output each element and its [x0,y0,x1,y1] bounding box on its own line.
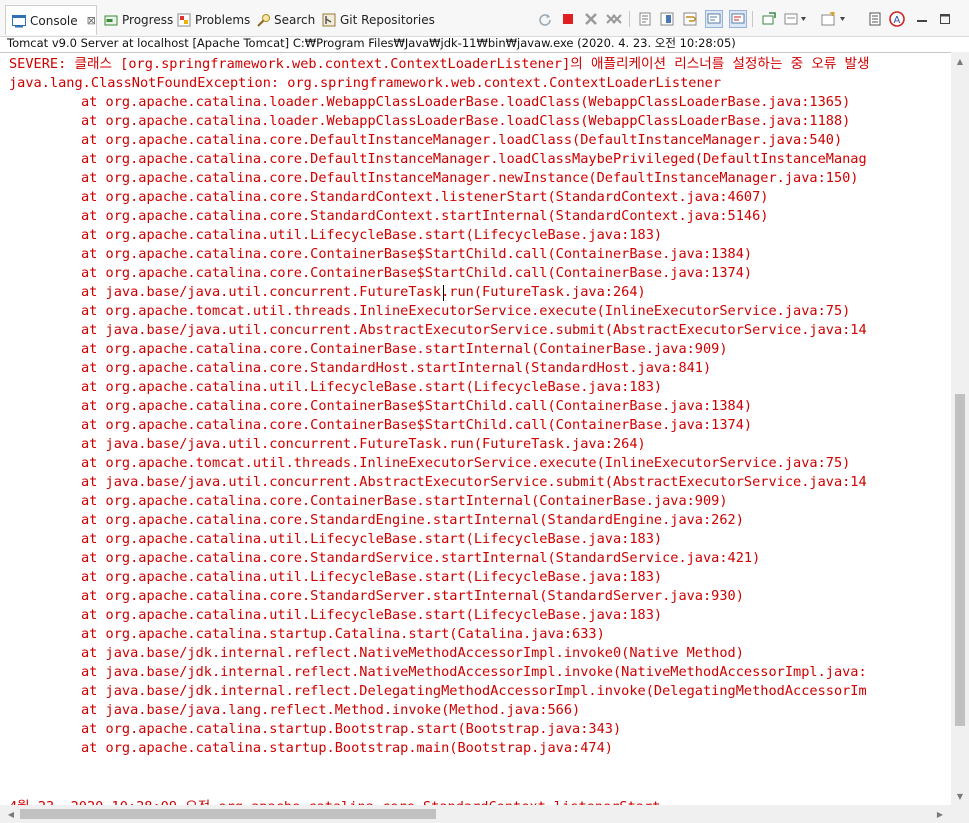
scroll-up-icon[interactable]: ▲ [951,54,969,68]
vertical-scrollbar-thumb[interactable] [955,394,965,726]
terminate-icon[interactable] [559,10,577,28]
console-line: at java.base/jdk.internal.reflect.Delega… [81,683,867,699]
console-line: at org.apache.catalina.util.LifecycleBas… [81,227,663,243]
tab-label: Search [274,13,316,27]
console-line: SEVERE: 클래스 [org.springframework.web.con… [9,56,870,72]
git-repositories-icon [322,13,336,27]
console-icon [12,14,26,28]
horizontal-scrollbar[interactable]: ◀ ▶ [0,805,951,823]
console-line: at java.base/java.util.concurrent.Future… [81,436,646,452]
console-output[interactable]: SEVERE: 클래스 [org.springframework.web.con… [0,52,951,806]
console-view-toolbar: Console ⊠ Progress Problems Search Git R… [0,0,969,37]
console-line: at org.apache.catalina.core.ContainerBas… [81,265,753,281]
console-line: at org.apache.catalina.core.ContainerBas… [81,246,753,262]
close-icon[interactable]: ⊠ [87,14,96,27]
svg-text:A: A [894,15,901,26]
problems-icon [177,13,191,27]
pin-console-icon[interactable] [760,10,778,28]
console-line: at org.apache.catalina.core.DefaultInsta… [81,170,859,186]
console-line: at java.base/java.util.concurrent.Abstra… [81,322,867,338]
console-line: at org.apache.catalina.core.ContainerBas… [81,341,728,357]
console-line: at org.apache.tomcat.util.threads.Inline… [81,303,851,319]
scrollbar-corner [951,805,969,823]
toolbar-separator [629,11,630,27]
tab-git-repositories[interactable]: Git Repositories [322,8,435,32]
tab-label: Progress [122,13,174,27]
horizontal-scrollbar-thumb[interactable] [20,809,436,819]
console-line: at org.apache.catalina.startup.Bootstrap… [81,721,622,737]
view-menu-icon[interactable] [866,10,884,28]
minimize-icon[interactable] [913,10,931,28]
console-line: at org.apache.tomcat.util.threads.Inline… [81,455,851,471]
vertical-scrollbar[interactable]: ▲ ▼ [951,52,969,805]
console-line: java.lang.ClassNotFoundException: org.sp… [9,75,722,91]
scroll-down-icon[interactable]: ▼ [951,789,969,803]
scroll-lock-icon[interactable] [658,10,676,28]
remove-all-terminated-icon[interactable] [605,10,623,28]
maximize-icon[interactable] [936,10,954,28]
scroll-right-icon[interactable]: ▶ [931,807,949,821]
console-line: at org.apache.catalina.util.LifecycleBas… [81,569,663,585]
tab-search[interactable]: Search [256,8,315,32]
remove-launch-icon[interactable] [582,10,600,28]
console-line: at org.apache.catalina.loader.WebappClas… [81,94,851,110]
console-line: at org.apache.catalina.core.ContainerBas… [81,493,728,509]
console-line: at org.apache.catalina.core.DefaultInsta… [81,132,843,148]
tab-progress[interactable]: Progress [104,8,173,32]
console-line: at java.base/java.util.concurrent.Future… [81,284,646,300]
tab-problems[interactable]: Problems [177,8,250,32]
console-line: at java.base/jdk.internal.reflect.Native… [81,664,867,680]
console-line: at org.apache.catalina.startup.Catalina.… [81,626,605,642]
spelling-icon[interactable]: A [888,10,906,28]
new-console-icon[interactable] [820,10,848,28]
console-line: at org.apache.catalina.core.ContainerBas… [81,417,753,433]
progress-icon [104,13,118,27]
console-line: at org.apache.catalina.core.DefaultInsta… [81,151,867,167]
console-line: at org.apache.catalina.core.ContainerBas… [81,398,753,414]
console-line: at java.base/java.util.concurrent.Abstra… [81,474,867,490]
tab-label: Git Repositories [340,13,435,27]
toolbar-separator [752,11,753,27]
console-line: at org.apache.catalina.util.LifecycleBas… [81,379,663,395]
show-console-on-stderr-icon[interactable] [729,10,747,28]
search-icon [256,13,270,27]
console-line: at org.apache.catalina.core.StandardCont… [81,189,769,205]
console-line: at org.apache.catalina.core.StandardHost… [81,360,712,376]
console-description: Tomcat v9.0 Server at localhost [Apache … [7,36,736,50]
console-line: at org.apache.catalina.core.StandardServ… [81,588,744,604]
word-wrap-icon[interactable] [681,10,699,28]
text-caret [443,285,444,301]
console-line: at org.apache.catalina.core.StandardEngi… [81,512,744,528]
display-console-icon[interactable] [783,10,809,28]
console-line: at org.apache.catalina.core.StandardServ… [81,550,761,566]
console-line: at org.apache.catalina.util.LifecycleBas… [81,531,663,547]
console-line: at org.apache.catalina.loader.WebappClas… [81,113,851,129]
console-line: at org.apache.catalina.core.StandardCont… [81,208,769,224]
console-line: at java.base/jdk.internal.reflect.Native… [81,645,744,661]
console-line: at java.base/java.lang.reflect.Method.in… [81,702,581,718]
console-line: at org.apache.catalina.startup.Bootstrap… [81,740,613,756]
console-line: at org.apache.catalina.util.LifecycleBas… [81,607,663,623]
show-console-on-stdout-icon[interactable] [705,10,723,28]
tab-label: Console [30,13,78,28]
tab-console[interactable]: Console ⊠ [5,5,97,35]
tab-label: Problems [195,13,251,27]
refresh-icon[interactable] [536,10,554,28]
scroll-left-icon[interactable]: ◀ [2,807,20,821]
clear-console-icon[interactable] [636,10,654,28]
